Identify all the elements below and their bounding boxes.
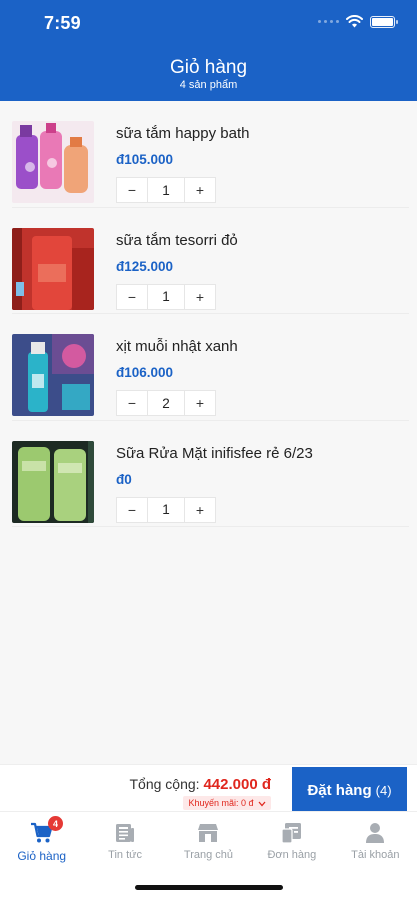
cart-item[interactable]: sữa tắm tesorri đỏ đ125.000 − 1 + (0, 208, 417, 314)
tab-label: Tin tức (108, 849, 143, 861)
signal-icon (318, 20, 339, 23)
total-line: Tổng cộng: 442.000 đ (129, 776, 271, 793)
page-subtitle: 4 sản phẩm (179, 79, 238, 91)
quantity-stepper: − 1 + (116, 283, 216, 310)
product-image[interactable] (12, 334, 94, 416)
page-title: Giỏ hàng (169, 57, 248, 78)
cart-item[interactable]: Sữa Rửa Mặt inifisfee rẻ 6/23 đ0 − 1 + (0, 421, 417, 527)
decrease-button[interactable]: − (117, 498, 147, 522)
decrease-button[interactable]: − (117, 391, 147, 415)
increase-button[interactable]: + (185, 285, 215, 309)
promo-dropdown[interactable]: Khuyến mãi: 0 đ (183, 796, 271, 810)
place-order-button[interactable]: Đặt hàng (4) (292, 767, 407, 813)
chevron-down-icon (258, 801, 266, 807)
store-icon (198, 824, 219, 842)
home-indicator (135, 885, 283, 890)
product-name[interactable]: sữa tắm happy bath (116, 125, 249, 142)
orders-icon (281, 823, 301, 844)
checkout-bar: Tổng cộng: 442.000 đ Khuyến mãi: 0 đ Đặt… (0, 764, 417, 813)
tab-home[interactable]: Trang chủ (167, 812, 250, 872)
increase-button[interactable]: + (185, 178, 215, 202)
quantity-stepper: − 1 + (116, 496, 216, 523)
status-icons (318, 15, 398, 28)
cart-badge: 4 (48, 816, 63, 831)
tab-label: Trang chủ (183, 849, 234, 861)
quantity-value[interactable]: 2 (147, 391, 185, 415)
app-header: 7:59 Giỏ hàng 4 sản phẩm (0, 0, 417, 101)
cart-item[interactable]: sữa tắm happy bath đ105.000 − 1 + (0, 101, 417, 208)
product-price: đ0 (116, 471, 132, 487)
quantity-value[interactable]: 1 (147, 178, 185, 202)
product-image[interactable] (12, 440, 94, 523)
product-name[interactable]: xịt muỗi nhật xanh (116, 338, 238, 355)
promo-label: Khuyến mãi: 0 đ (188, 798, 254, 808)
status-time: 7:59 (44, 13, 81, 33)
product-price: đ105.000 (116, 152, 174, 167)
decrease-button[interactable]: − (117, 285, 147, 309)
increase-button[interactable]: + (185, 498, 215, 522)
increase-button[interactable]: + (185, 391, 215, 415)
total-label: Tổng cộng: (129, 776, 200, 792)
account-icon (366, 823, 385, 843)
tab-label: Giỏ hàng (17, 849, 67, 863)
product-price: đ125.000 (116, 258, 174, 274)
quantity-stepper: − 2 + (116, 390, 216, 416)
cart-list: sữa tắm happy bath đ105.000 − 1 + sữa tắ… (0, 101, 417, 527)
tab-cart[interactable]: 4 Giỏ hàng (0, 812, 83, 872)
wifi-icon (346, 15, 363, 28)
quantity-value[interactable]: 1 (147, 284, 185, 309)
product-name[interactable]: sữa tắm tesorri đỏ (116, 232, 238, 249)
order-button-label: Đặt hàng (307, 781, 372, 799)
order-count: (4) (375, 782, 392, 798)
news-icon (116, 824, 135, 842)
tab-news[interactable]: Tin tức (83, 812, 166, 872)
product-name[interactable]: Sữa Rửa Mặt inifisfee rẻ 6/23 (116, 445, 313, 462)
battery-icon (370, 15, 398, 28)
tab-label: Tài khoản (351, 849, 400, 861)
cart-item[interactable]: xịt muỗi nhật xanh đ106.000 − 2 + (0, 314, 417, 421)
divider (12, 526, 409, 527)
decrease-button[interactable]: − (117, 178, 147, 202)
tab-account[interactable]: Tài khoản (334, 812, 417, 872)
quantity-stepper: − 1 + (116, 177, 216, 203)
total-amount: 442.000 đ (203, 776, 271, 793)
quantity-value[interactable]: 1 (147, 497, 185, 522)
product-image[interactable] (12, 121, 94, 203)
tab-label: Đơn hàng (267, 849, 317, 861)
product-price: đ106.000 (116, 365, 174, 380)
product-image[interactable] (12, 227, 94, 310)
tab-orders[interactable]: Đơn hàng (250, 812, 333, 872)
